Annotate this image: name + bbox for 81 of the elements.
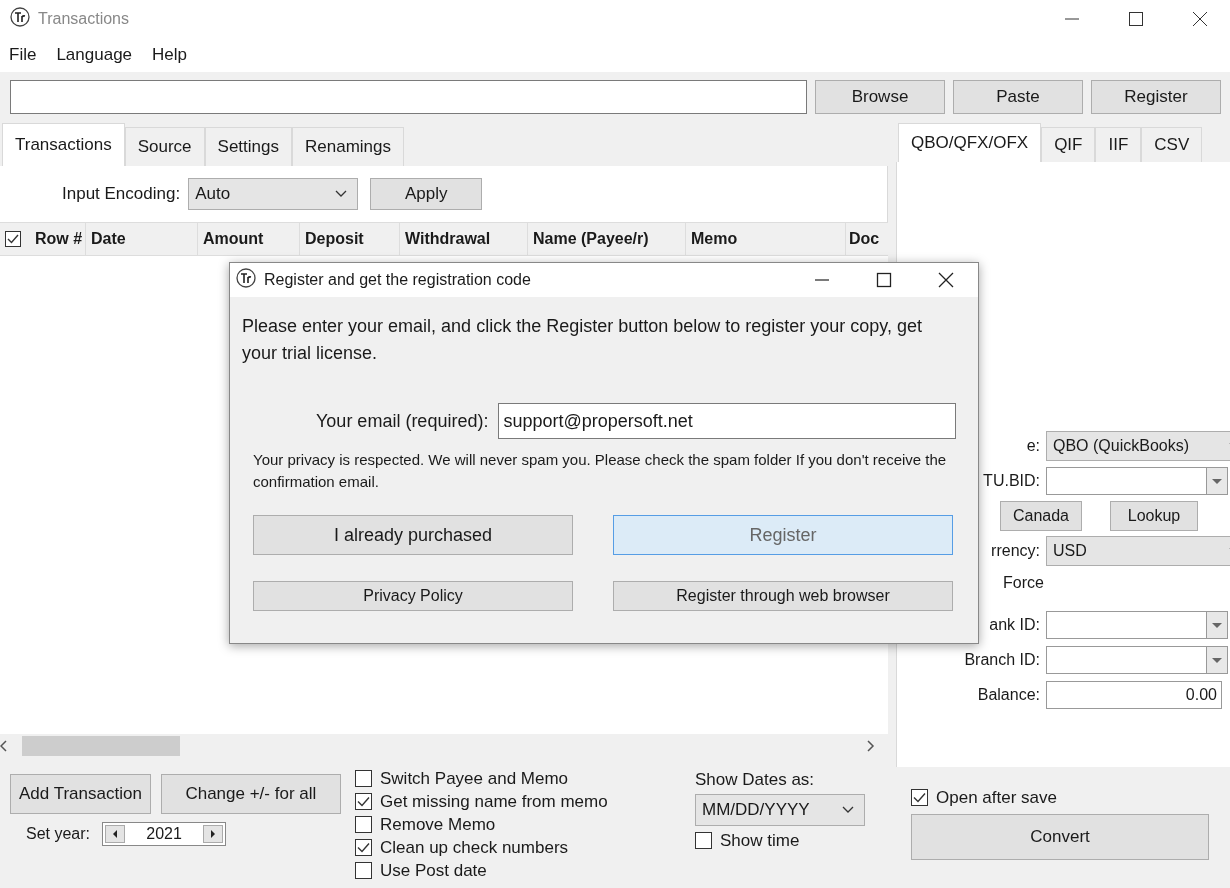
encoding-dropdown[interactable]: Auto xyxy=(188,178,359,210)
column-header[interactable]: Deposit xyxy=(305,230,364,248)
balance-field[interactable]: 0.00 xyxy=(1046,681,1222,709)
date-format-dropdown[interactable]: MM/DD/YYYY xyxy=(695,794,865,826)
tab[interactable]: Source xyxy=(124,127,205,166)
column-header[interactable]: Memo xyxy=(691,230,738,248)
file-path-field[interactable] xyxy=(10,80,807,114)
checkbox-icon[interactable] xyxy=(355,793,372,810)
checkbox-icon[interactable] xyxy=(911,789,928,806)
action-button[interactable]: Change +/- for all xyxy=(160,774,341,814)
chevron-down-icon xyxy=(842,806,854,814)
tab[interactable]: Renamings xyxy=(292,127,404,166)
tab[interactable]: CSV xyxy=(1141,127,1203,162)
combo-field[interactable] xyxy=(1046,611,1228,639)
year-label: Set year: xyxy=(26,825,91,843)
option-checkbox[interactable]: Switch Payee and Memo xyxy=(355,768,695,789)
chevron-down-icon xyxy=(335,190,348,198)
dialog-message: Please enter your email, and click the Register button below to register your copy, get your trial license. xyxy=(242,315,924,365)
year-spinner[interactable]: 2021 xyxy=(102,822,227,846)
toolbar-button[interactable]: Register xyxy=(1091,80,1221,114)
dialog-button[interactable]: I already purchased xyxy=(253,515,573,555)
column-header[interactable]: Amount xyxy=(203,230,264,248)
maximize-icon[interactable] xyxy=(876,272,892,288)
checkbox-icon[interactable] xyxy=(355,839,372,856)
column-header[interactable]: Row # xyxy=(35,230,83,248)
column-header[interactable]: Date xyxy=(91,230,126,248)
menu-item[interactable]: File xyxy=(9,45,37,65)
option-checkbox[interactable]: Clean up check numbers xyxy=(355,837,695,858)
window-title: Transactions xyxy=(38,10,129,28)
checkbox-icon[interactable] xyxy=(355,770,372,787)
dropdown[interactable]: QBO (QuickBooks) xyxy=(1046,431,1230,461)
increment-icon[interactable] xyxy=(203,825,224,843)
apply-button[interactable]: Apply xyxy=(370,178,483,210)
email-field[interactable]: support@propersoft.net xyxy=(498,403,956,439)
combo-field[interactable] xyxy=(1046,467,1228,495)
checkbox-icon[interactable] xyxy=(695,832,712,849)
field-label: Balance: xyxy=(976,686,1040,704)
close-icon[interactable] xyxy=(938,272,954,288)
checkbox[interactable] xyxy=(5,231,21,247)
toolbar-button[interactable]: Browse xyxy=(815,80,945,114)
tab[interactable]: QIF xyxy=(1041,127,1096,162)
field-label: TU.BID: xyxy=(982,472,1040,490)
dialog-button[interactable]: Privacy Policy xyxy=(253,581,573,611)
tab[interactable]: Settings xyxy=(204,127,292,166)
column-header[interactable]: Doc xyxy=(849,230,880,248)
toolbar-button[interactable]: Paste xyxy=(953,80,1083,114)
tab[interactable]: IIF xyxy=(1095,127,1142,162)
show-time-checkbox[interactable]: Show time xyxy=(695,830,865,851)
dropdown[interactable]: USD xyxy=(1046,536,1230,566)
checkbox-icon[interactable] xyxy=(355,862,372,879)
dialog-button[interactable]: Register xyxy=(613,515,953,555)
email-label: Your email (required): xyxy=(316,410,489,432)
dialog-button[interactable]: Register through web browser xyxy=(613,581,953,611)
tab[interactable]: Transactions xyxy=(2,123,125,166)
option-checkbox[interactable]: Use Post date xyxy=(355,860,695,881)
action-button[interactable]: Add Transaction xyxy=(10,774,151,814)
option-checkbox[interactable]: Remove Memo xyxy=(355,814,695,835)
decrement-icon[interactable] xyxy=(105,825,126,843)
force-label: Force xyxy=(1003,574,1044,592)
menu-item[interactable]: Help xyxy=(152,45,187,65)
field-label: rrency: xyxy=(990,542,1040,560)
encoding-label: Input Encoding: xyxy=(62,184,181,204)
lookup-button[interactable]: Lookup xyxy=(1110,501,1198,531)
option-checkbox[interactable]: Get missing name from memo xyxy=(355,791,695,812)
tab[interactable]: QBO/QFX/OFX xyxy=(898,123,1042,162)
field-label: ank ID: xyxy=(988,616,1040,634)
convert-button[interactable]: Convert xyxy=(911,814,1209,860)
field-label: e: xyxy=(1025,437,1040,455)
close-icon[interactable] xyxy=(1192,11,1208,27)
open-after-save-checkbox[interactable]: Open after save xyxy=(911,787,1230,808)
lookup-button[interactable]: Canada xyxy=(1000,501,1082,531)
menu-item[interactable]: Language xyxy=(56,45,133,65)
field-label: Branch ID: xyxy=(963,651,1040,669)
checkbox-icon[interactable] xyxy=(355,816,372,833)
privacy-note: Your privacy is respected. We will never spam you. Please check the spam folder If you don't receive the confirmation email. xyxy=(253,450,948,492)
column-header[interactable]: Withdrawal xyxy=(405,230,491,248)
dialog-title: Register and get the registration code xyxy=(264,271,531,289)
dates-label: Show Dates as: xyxy=(695,770,816,790)
column-header[interactable]: Name (Payee/r) xyxy=(533,230,649,248)
combo-field[interactable] xyxy=(1046,646,1228,674)
maximize-icon[interactable] xyxy=(1128,11,1144,27)
